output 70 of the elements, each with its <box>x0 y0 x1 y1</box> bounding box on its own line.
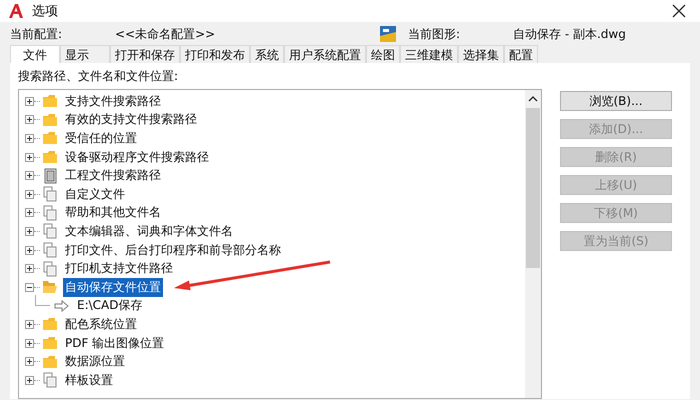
tab[interactable]: 打印和发布 <box>180 45 250 63</box>
tab[interactable]: 显示 <box>60 45 110 63</box>
expand-icon[interactable] <box>25 208 34 218</box>
pages-icon <box>42 372 58 388</box>
tree-item[interactable]: 数据源位置 <box>63 352 127 372</box>
tree-item[interactable]: 有效的支持文件搜索路径 <box>63 110 199 130</box>
tree-item[interactable]: 设备驱动程序文件搜索路径 <box>63 148 211 167</box>
app-logo-icon <box>8 3 24 19</box>
arrow-icon <box>54 298 70 314</box>
expand-icon[interactable] <box>25 134 34 143</box>
folder-icon <box>42 149 58 166</box>
document-icon <box>42 168 58 184</box>
tree-item[interactable]: 打印文件、后台打印程序和前导部分名称 <box>63 240 283 260</box>
expand-icon[interactable] <box>25 376 34 385</box>
collapse-icon[interactable] <box>25 282 34 292</box>
profile-label: 当前配置: <box>10 26 64 42</box>
tab[interactable]: 绘图 <box>366 45 400 63</box>
tree-item[interactable]: 自动保存文件位置 <box>63 278 163 297</box>
profile-name: <<未命名配置>> <box>115 26 216 42</box>
tree-label: 搜索路径、文件名和文件位置: <box>18 68 180 85</box>
tree-item[interactable]: 打印机支持文件路径 <box>63 259 175 278</box>
folder-icon <box>42 112 58 128</box>
expand-icon[interactable] <box>25 338 34 348</box>
expand-icon[interactable] <box>25 152 34 162</box>
scrollbar[interactable] <box>525 90 541 398</box>
window-title: 选项 <box>32 3 58 20</box>
pages-icon <box>42 260 58 277</box>
expand-icon[interactable] <box>25 264 34 274</box>
tree-item[interactable]: 配色系统位置 <box>63 314 139 334</box>
expand-icon[interactable] <box>25 115 34 124</box>
tab[interactable]: 用户系统配置 <box>284 45 366 63</box>
tree-item[interactable]: 支持文件搜索路径 <box>63 92 163 111</box>
tab[interactable]: 文件 <box>10 45 60 63</box>
tab[interactable]: 配置 <box>504 45 538 63</box>
tree-item[interactable]: 工程文件搜索路径 <box>63 166 163 186</box>
drawing-label: 当前图形: <box>408 26 462 42</box>
folder-icon <box>42 93 58 110</box>
tab[interactable]: 选择集 <box>458 45 504 63</box>
folder-icon <box>42 316 58 332</box>
drawing-name: 自动保存 - 副本.dwg <box>513 26 626 42</box>
tree-item[interactable]: PDF 输出图像位置 <box>63 334 166 353</box>
expand-icon[interactable] <box>25 171 34 180</box>
tree-item[interactable]: 样板设置 <box>63 370 115 390</box>
tree-item[interactable]: 受信任的位置 <box>63 128 139 148</box>
close-icon[interactable] <box>672 4 686 18</box>
pages-icon <box>42 223 58 240</box>
folder-icon <box>42 335 58 352</box>
scrollbar-thumb[interactable] <box>526 108 540 268</box>
tree-item[interactable]: 自定义文件 <box>63 184 127 204</box>
pages-icon <box>42 242 58 258</box>
tree-item[interactable]: E:\CAD保存 <box>75 296 144 316</box>
expand-icon[interactable] <box>25 320 34 329</box>
tab[interactable]: 系统 <box>250 45 284 63</box>
expand-icon[interactable] <box>25 96 34 106</box>
open-folder-icon <box>42 279 58 296</box>
tree-item[interactable]: 帮助和其他文件名 <box>63 203 163 222</box>
expand-icon[interactable] <box>25 226 34 236</box>
pages-icon <box>42 204 58 221</box>
action-button[interactable]: 浏览(B)... <box>560 91 672 111</box>
folder-icon <box>42 354 58 370</box>
expand-icon[interactable] <box>25 190 34 199</box>
tree-item[interactable]: 文本编辑器、词典和字体文件名 <box>63 222 235 241</box>
expand-icon[interactable] <box>25 246 34 255</box>
pages-icon <box>42 186 58 202</box>
expand-icon[interactable] <box>25 357 34 366</box>
tab[interactable]: 打开和保存 <box>110 45 180 63</box>
folder-icon <box>42 130 58 146</box>
tab[interactable]: 三维建模 <box>400 45 458 63</box>
drawing-file-icon <box>380 26 396 42</box>
scroll-up-icon[interactable] <box>528 96 538 102</box>
